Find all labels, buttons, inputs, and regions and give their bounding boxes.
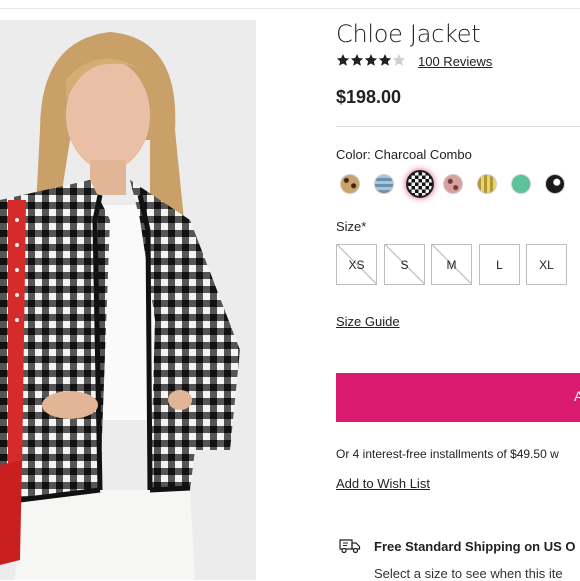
size-option-m[interactable]: M <box>431 244 472 285</box>
swatch-charcoal-gingham[interactable] <box>406 170 434 198</box>
star-filled-icon <box>336 54 350 66</box>
swatch-green[interactable] <box>511 174 531 194</box>
size-option-s[interactable]: S <box>384 244 425 285</box>
size-option-xs[interactable]: XS <box>336 244 377 285</box>
shipping-title: Free Standard Shipping on US O <box>374 539 576 554</box>
size-option-label: L <box>496 257 503 272</box>
add-to-bag-button[interactable]: A <box>336 373 580 422</box>
swatch-blue-plaid[interactable] <box>374 174 394 194</box>
size-option-xl[interactable]: XL <box>526 244 567 285</box>
size-option-label: M <box>446 257 457 272</box>
star-filled-icon <box>364 54 378 66</box>
swatch-pink-leopard[interactable] <box>443 174 463 194</box>
size-option-label: S <box>400 257 409 272</box>
reviews-link[interactable]: 100 Reviews <box>418 54 492 69</box>
header-divider <box>0 0 580 9</box>
size-option-label: XL <box>539 257 554 272</box>
size-guide-link[interactable]: Size Guide <box>336 314 400 329</box>
star-empty-icon <box>392 54 406 66</box>
model-photo <box>0 20 256 580</box>
size-option-l[interactable]: L <box>479 244 520 285</box>
size-label: Size* <box>336 219 367 234</box>
star-filled-icon <box>350 54 364 66</box>
shipping-subtitle: Select a size to see when this ite <box>374 566 563 581</box>
add-to-bag-label: A <box>574 388 580 404</box>
price-divider <box>336 126 580 127</box>
size-option-label: XS <box>348 257 365 272</box>
size-options: XS S M L XL <box>336 244 580 286</box>
truck-icon <box>339 539 361 554</box>
add-to-wishlist-link[interactable]: Add to Wish List <box>336 476 430 491</box>
star-filled-icon <box>378 54 392 66</box>
color-label: Color: Charcoal Combo <box>336 147 472 162</box>
swatch-leopard[interactable] <box>340 174 360 194</box>
color-swatches <box>336 170 580 200</box>
star-rating <box>336 53 406 69</box>
installments-text: Or 4 interest-free installments of $49.5… <box>336 447 559 461</box>
product-price: $198.00 <box>336 87 402 107</box>
swatch-black-floral[interactable] <box>545 174 565 194</box>
swatch-yellow-stripe[interactable] <box>477 174 497 194</box>
product-title: Chloe Jacket <box>336 20 481 48</box>
product-image[interactable] <box>0 20 256 580</box>
